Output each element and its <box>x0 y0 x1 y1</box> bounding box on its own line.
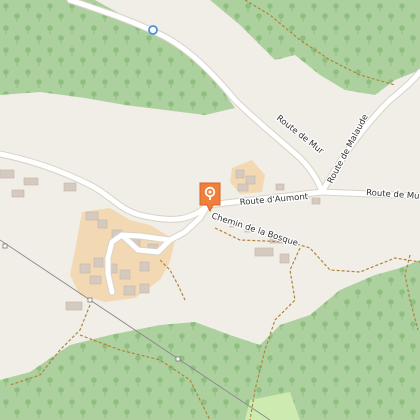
map-pin-icon[interactable] <box>198 181 222 213</box>
viewpoint-icon[interactable] <box>148 25 158 35</box>
map-canvas[interactable]: Route de Mur Route de Malaude Route d'Au… <box>0 0 420 420</box>
